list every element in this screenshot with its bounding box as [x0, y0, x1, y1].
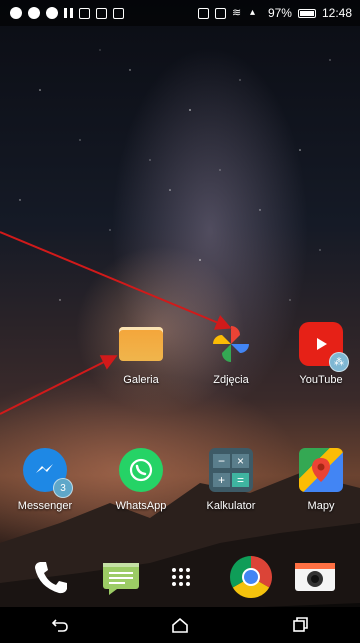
- battery-percentage: 97%: [267, 6, 292, 20]
- app-zdjecia[interactable]: Zdjęcia: [192, 322, 270, 386]
- app-drawer-icon: [172, 568, 190, 586]
- notification-icons: [10, 7, 124, 19]
- media-pause-icon: [64, 8, 73, 18]
- dock-app-drawer[interactable]: [156, 552, 206, 602]
- notification-icon: [10, 7, 22, 19]
- notification-icon: [113, 7, 124, 19]
- youtube-badge-icon: ⁂: [329, 352, 349, 372]
- nfc-icon: [214, 7, 226, 19]
- back-icon: [51, 619, 68, 632]
- app-youtube[interactable]: ⁂ YouTube: [282, 322, 360, 386]
- notification-icon: [46, 7, 58, 19]
- app-label: Zdjęcia: [213, 374, 249, 386]
- app-kalkulator[interactable]: − × + = Kalkulator: [192, 448, 270, 512]
- dock-phone[interactable]: [26, 552, 76, 602]
- status-bar: ≋ ▴ 97% 12:48: [0, 0, 360, 26]
- galeria-icon: [119, 327, 163, 361]
- phone-icon: [35, 562, 67, 594]
- youtube-icon: ⁂: [299, 322, 349, 372]
- app-mapy[interactable]: Mapy: [282, 448, 360, 512]
- app-label: Kalkulator: [206, 500, 256, 512]
- recents-icon: [293, 617, 308, 632]
- home-icon: [172, 617, 188, 633]
- app-label: Messenger: [17, 500, 73, 512]
- recents-button[interactable]: [280, 610, 320, 640]
- app-messenger[interactable]: 3 Messenger: [6, 448, 84, 512]
- camera-icon: [295, 563, 335, 591]
- dock-messages[interactable]: [96, 552, 146, 602]
- calculator-icon: − × + =: [209, 448, 253, 492]
- back-button[interactable]: [40, 610, 80, 640]
- app-label: YouTube: [299, 374, 343, 386]
- messenger-icon: 3: [23, 448, 73, 498]
- chrome-icon: [229, 556, 273, 599]
- battery-icon: [297, 8, 316, 18]
- whatsapp-icon: [119, 448, 163, 492]
- maps-icon: [299, 448, 343, 492]
- navigation-bar: [0, 607, 360, 643]
- messenger-badge: 3: [53, 478, 73, 498]
- system-icons: ≋ ▴ 97% 12:48: [197, 6, 352, 20]
- home-button[interactable]: [160, 610, 200, 640]
- messages-icon: [103, 563, 139, 595]
- photos-pinwheel-icon: [209, 322, 253, 366]
- signal-icon: ▴: [249, 7, 255, 18]
- app-whatsapp[interactable]: WhatsApp: [102, 448, 180, 512]
- notification-icon: [79, 7, 90, 19]
- vibrate-icon: [197, 7, 209, 19]
- app-label: Mapy: [307, 500, 335, 512]
- dock-chrome[interactable]: [226, 552, 276, 602]
- notification-icon: [28, 7, 40, 19]
- dock-camera[interactable]: [290, 552, 340, 602]
- app-label: Galeria: [123, 374, 159, 386]
- app-label: WhatsApp: [115, 500, 167, 512]
- app-galeria[interactable]: Galeria: [102, 322, 180, 386]
- clock: 12:48: [321, 6, 352, 20]
- notification-icon: [96, 7, 107, 19]
- wifi-icon: ≋: [231, 7, 242, 19]
